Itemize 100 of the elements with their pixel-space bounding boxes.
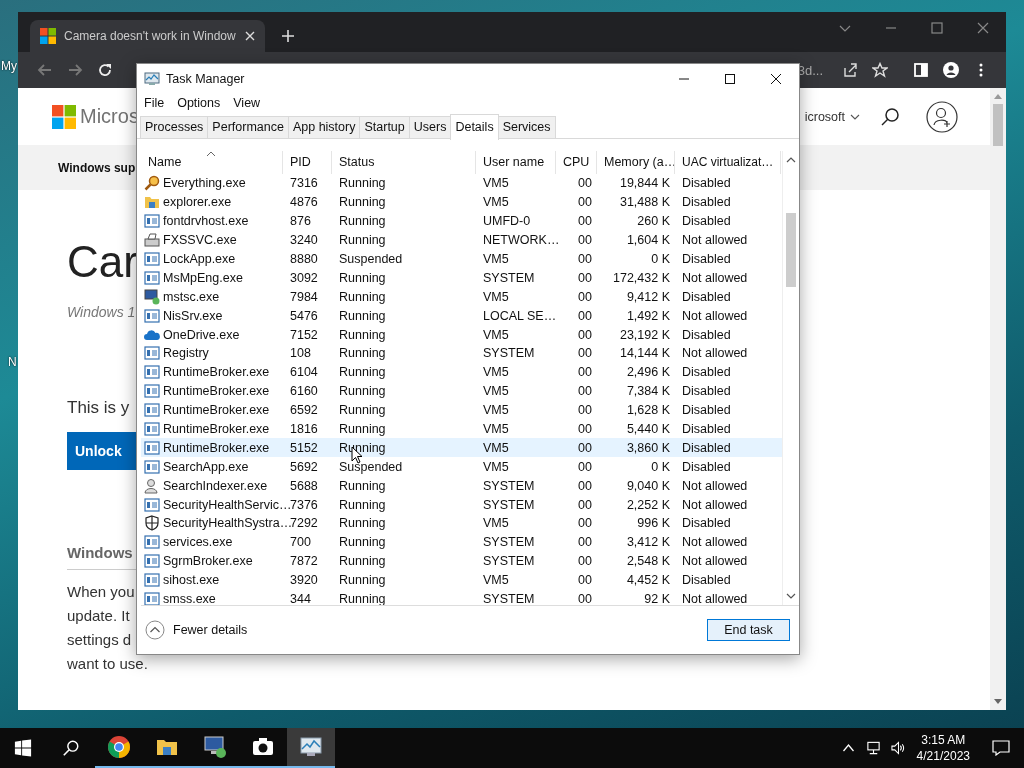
process-row[interactable]: OneDrive.exe 7152 Running VM5 00 23,192 K Disabled [141,325,782,344]
table-cell-text: Not allowed [681,270,749,285]
profile-icon[interactable] [943,62,959,78]
new-tab-icon[interactable] [281,29,295,43]
desktop-icon-label[interactable]: N [8,355,17,369]
process-row[interactable]: fontdrvhost.exe 876 Running UMFD-0 00 260 K Disabled [141,211,782,231]
process-name: sihost.exe [163,573,220,588]
scroll-down-icon[interactable] [994,699,1002,705]
menu-item[interactable]: Options [177,96,221,110]
process-row[interactable]: Everything.exe 7316 Running VM5 00 19,844 K Disabled [141,174,782,193]
table-cell-text: NETWORK… [482,233,556,248]
task-manager-taskbar-button[interactable] [287,728,335,768]
shield-icon [144,515,160,532]
process-row[interactable]: RuntimeBroker.exe 5152 Running VM5 00 3,860 K Disabled [141,438,782,458]
process-row[interactable]: SecurityHealthServic…7376 Running SYSTEM 00 2,252 K Not allowed [141,495,782,515]
process-row[interactable]: LockApp.exe 8880 Suspended VM5 00 0 K Disabled [141,249,782,269]
column-header[interactable]: User name [476,151,556,174]
end-task-button[interactable]: End task [707,619,790,641]
scroll-thumb[interactable] [993,104,1003,146]
table-cell-text: 260 K [636,214,671,229]
menu-item[interactable]: View [233,96,261,110]
side-panel-icon[interactable] [913,62,929,78]
process-row[interactable]: RuntimeBroker.exe 6160 Running VM5 00 7,384 K Disabled [141,381,782,401]
tab[interactable]: Processes [140,116,209,138]
tab[interactable]: Startup [359,116,410,138]
collapse-icon[interactable] [145,620,165,640]
column-header[interactable]: CPU [556,151,597,174]
table-cell-text: VM5 [482,289,510,304]
column-header[interactable]: Status [332,151,476,174]
scroll-down-icon[interactable] [786,593,796,599]
nav-title[interactable]: Windows sup [58,160,136,175]
maximize-icon[interactable] [724,72,736,85]
table-cell-text: 00 [577,270,593,285]
desktop-icon-label[interactable]: My [1,59,17,73]
column-header[interactable]: PID [283,151,332,174]
volume-icon[interactable] [890,741,906,755]
tab[interactable]: Users [408,116,452,138]
process-row[interactable]: mstsc.exe 7984 Running VM5 00 9,412 K Disabled [141,287,782,307]
scrollbar[interactable] [990,88,1006,710]
table-cell-text: Disabled [681,214,732,229]
unlock-button[interactable]: Unlock [67,432,136,470]
scrollbar[interactable] [782,151,799,605]
fewer-details-link[interactable]: Fewer details [173,623,248,637]
printer-icon [144,232,160,249]
table-cell-text: VM5 [482,327,510,342]
process-row[interactable]: FXSSVC.exe 3240 Running NETWORK… 00 1,604 K Not allowed [141,230,782,250]
close-tab-icon[interactable] [245,31,255,41]
process-row[interactable]: explorer.exe 4876 Running VM5 00 31,488 K Disabled [141,192,782,212]
notifications-icon[interactable] [992,740,1010,756]
search-icon[interactable] [62,739,80,757]
tab[interactable]: Performance [207,116,289,138]
process-row[interactable]: SecurityHealthSystra…7292 Running VM5 00 996 K Disabled [141,514,782,533]
process-row[interactable]: RuntimeBroker.exe 6592 Running VM5 00 1,628 K Disabled [141,400,782,420]
network-icon[interactable] [865,741,881,755]
process-row[interactable]: Registry 108 Running SYSTEM 00 14,144 K Not allowed [141,344,782,363]
bookmark-star-icon[interactable] [872,62,888,78]
column-header[interactable]: Name [141,151,283,174]
table-cell-text: 9,412 K [625,289,671,304]
scroll-thumb[interactable] [786,213,796,287]
clock-time[interactable]: 3:15 AM [921,732,966,748]
process-row[interactable]: RuntimeBroker.exe 6104 Running VM5 00 2,496 K Disabled [141,362,782,382]
process-row[interactable]: SearchIndexer.exe 5688 Running SYSTEM 00 9,040 K Not allowed [141,476,782,496]
menu-item[interactable]: File [144,96,165,110]
table-cell-text: Running [338,592,387,605]
back-icon[interactable] [37,62,53,78]
table-cell-text: 5152 [289,440,319,455]
close-icon[interactable] [770,72,782,85]
paragraph-line: want to use. [67,654,148,674]
clock-date[interactable]: 4/21/2023 [916,748,970,764]
process-row[interactable]: SearchApp.exe 5692 Suspended VM5 00 0 K Disabled [141,457,782,477]
process-row[interactable]: services.exe 700 Running SYSTEM 00 3,412 K Not allowed [141,532,782,552]
table-cell-text: 7872 [289,554,319,569]
scroll-up-icon[interactable] [786,157,796,163]
share-icon[interactable] [842,62,858,78]
table-cell-text: UMFD-0 [482,214,532,229]
process-name: RuntimeBroker.exe [163,403,270,418]
process-name: SearchApp.exe [163,459,249,474]
table-cell-text: 00 [577,176,593,191]
windows-start-icon[interactable] [14,739,32,757]
browser-tab[interactable]: Camera doesn't work in Window [30,20,265,52]
table-cell-text: 9,040 K [625,478,671,493]
column-header[interactable]: Memory (a… [597,151,675,174]
search-icon[interactable] [880,106,900,127]
tab[interactable]: Details [450,114,499,140]
process-row[interactable]: MsMpEng.exe 3092 Running SYSTEM 00 172,432 K Not allowed [141,268,782,288]
avatar-icon[interactable] [926,100,958,133]
process-row[interactable]: NisSrv.exe 5476 Running LOCAL SE… 00 1,492 K Not allowed [141,306,782,326]
process-row[interactable]: sihost.exe 3920 Running VM5 00 4,452 K Disabled [141,570,782,590]
table-cell-text: 344 [289,592,312,605]
forward-icon[interactable] [67,62,83,78]
process-row[interactable]: RuntimeBroker.exe 1816 Running VM5 00 5,440 K Disabled [141,419,782,439]
tab[interactable]: App history [287,116,361,138]
column-header[interactable]: UAC virtualizat… [675,151,781,174]
process-row[interactable]: SgrmBroker.exe 7872 Running SYSTEM 00 2,548 K Not allowed [141,551,782,571]
account-menu[interactable]: icrosoft [804,109,845,124]
tab[interactable]: Services [497,116,556,138]
process-row[interactable]: smss.exe 344 Running SYSTEM 00 92 K Not allowed [141,589,782,605]
app-window-icon [144,534,160,551]
microsoft-logo-icon[interactable] [52,104,76,129]
reload-icon[interactable] [97,62,113,78]
